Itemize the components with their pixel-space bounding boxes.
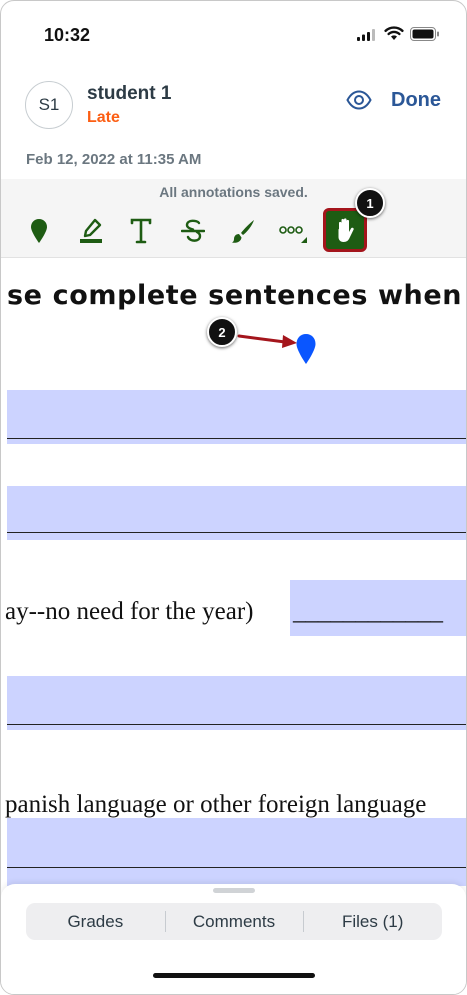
highlight-annotation[interactable] [7,390,466,444]
callout-badge-1: 1 [355,188,385,218]
done-button[interactable]: Done [391,89,441,112]
cellular-signal-icon [357,29,375,41]
callout-badge-2: 2 [207,317,237,347]
callout-arrow [237,334,297,348]
segmented-tabs: Grades Comments Files (1) [26,903,442,940]
highlight-annotation[interactable] [7,818,466,886]
tab-files[interactable]: Files (1) [303,903,442,940]
answer-blank [7,438,466,439]
text-icon [130,218,152,244]
more-tools-button[interactable] [273,211,313,251]
document-heading: se complete sentences when r [7,280,466,311]
avatar: S1 [25,81,73,129]
status-time: 10:32 [44,25,91,45]
home-indicator [153,973,315,978]
sheet-grabber[interactable] [213,888,255,893]
status-bar: 10:32 [1,1,466,61]
tab-comments[interactable]: Comments [164,903,304,940]
annotation-toolbar [1,205,466,258]
answer-blank-text: ____________ [293,598,443,625]
more-icon [279,226,307,243]
document-text-line: panish language or other foreign languag… [5,791,427,818]
late-status: Late [87,109,120,126]
wifi-icon [384,26,404,40]
highlight-icon [80,218,102,243]
eye-icon[interactable] [346,89,372,111]
strikethrough-icon [181,219,205,242]
answer-blank [7,867,466,868]
strikethrough-tool[interactable] [173,211,213,251]
annotations-saved-banner: All annotations saved. [1,179,466,205]
free-draw-icon [232,220,254,243]
battery-icon [410,27,439,41]
document-text-line: ay--no need for the year) [5,598,254,625]
point-pin-icon [31,219,47,243]
answer-blank [7,724,466,725]
tab-grades[interactable]: Grades [26,903,165,940]
phone-screen: 10:32 S1 student 1 Late Done Feb 12, 202… [0,0,467,995]
pan-hand-icon [338,218,354,242]
student-name: student 1 [87,83,172,104]
answer-blank [7,532,466,533]
point-pin-tool[interactable] [19,211,59,251]
highlight-tool[interactable] [71,211,111,251]
free-draw-tool[interactable] [223,211,263,251]
text-tool[interactable] [121,211,161,251]
highlight-annotation[interactable] [7,676,466,730]
document-viewer[interactable]: se complete sentences when r ay--no need… [1,258,466,886]
submission-date: Feb 12, 2022 at 11:35 AM [26,151,202,168]
